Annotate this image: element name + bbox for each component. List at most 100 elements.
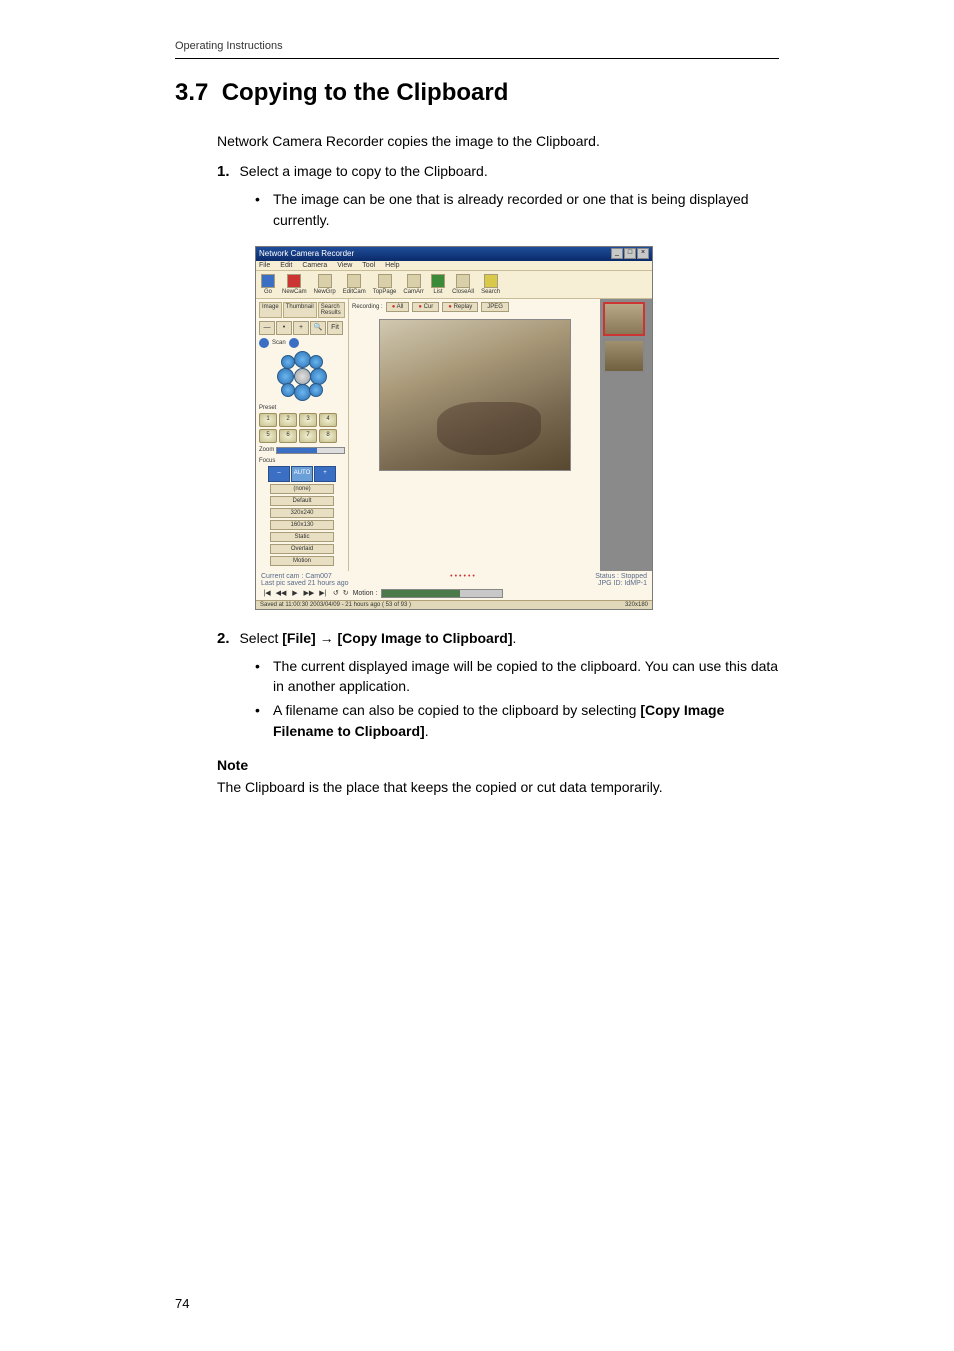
newgrp-icon (318, 274, 332, 288)
tool-camarr-label: CamArr (403, 289, 424, 295)
step-2: 2. Select [File] → [Copy Image to Clipbo… (217, 630, 779, 648)
zoom-in-button[interactable]: + (293, 321, 309, 335)
step-1-bullet-1: The image can be one that is already rec… (255, 189, 779, 230)
static-button[interactable]: Static (270, 532, 334, 542)
step-1-bullets: The image can be one that is already rec… (255, 189, 779, 230)
focus-row: – AUTO + (259, 466, 345, 482)
focus-auto-button[interactable]: AUTO (291, 466, 313, 482)
overlaid-button[interactable]: Overlaid (270, 544, 334, 554)
left-panel: Image Thumbnail Search Results — • + 🔍 F… (256, 299, 349, 571)
rec-replay-button[interactable]: ● Replay (442, 302, 478, 312)
thumbnail-2[interactable] (603, 339, 645, 373)
record-indicator: •••••• (450, 573, 477, 580)
preset-1-button[interactable]: 1 (259, 413, 277, 427)
preset-8-button[interactable]: 8 (319, 429, 337, 443)
tool-newgrp[interactable]: NewGrp (314, 274, 336, 295)
rec-all-button[interactable]: ● All (386, 302, 410, 312)
preset-4-button[interactable]: 4 (319, 413, 337, 427)
step-2-bullet-2-post: . (425, 723, 429, 739)
close-button[interactable]: × (637, 248, 649, 259)
play-last-button[interactable]: ▶| (317, 589, 329, 597)
page-number: 74 (175, 1296, 189, 1311)
menu-edit[interactable]: Edit (280, 262, 292, 269)
preset-5-button[interactable]: 5 (259, 429, 277, 443)
pan-right-button[interactable] (310, 368, 327, 385)
tool-search[interactable]: Search (481, 274, 500, 295)
scan-icon[interactable] (259, 338, 269, 348)
zoom-out-button[interactable]: — (259, 321, 275, 335)
camera-image[interactable] (379, 319, 571, 471)
step-2-bullets: The current displayed image will be copi… (255, 656, 779, 741)
rewind-button[interactable]: ↺ (333, 589, 339, 597)
tool-closeall[interactable]: CloseAll (452, 274, 474, 295)
direction-pad (277, 351, 327, 401)
pan-up-right-button[interactable] (309, 355, 323, 369)
tool-camarr[interactable]: CamArr (403, 274, 424, 295)
tool-toppage[interactable]: TopPage (373, 274, 397, 295)
pan-center-button[interactable] (294, 368, 311, 385)
preset-2-button[interactable]: 2 (279, 413, 297, 427)
rec-jpeg-button[interactable]: JPEG (481, 302, 509, 312)
focus-far-button[interactable]: + (314, 466, 336, 482)
tool-editcam[interactable]: EditCam (343, 274, 366, 295)
preset-6-button[interactable]: 6 (279, 429, 297, 443)
tab-thumbnail[interactable]: Thumbnail (283, 302, 317, 318)
play-first-button[interactable]: |◀ (261, 589, 273, 597)
preset-7-button[interactable]: 7 (299, 429, 317, 443)
step-1: 1. Select a image to copy to the Clipboa… (217, 163, 779, 181)
search-icon (484, 274, 498, 288)
minimize-button[interactable]: _ (611, 248, 623, 259)
motion-button[interactable]: Motion (270, 556, 334, 566)
tool-newcam-label: NewCam (282, 289, 307, 295)
magnify-button[interactable]: 🔍 (310, 321, 326, 335)
pan-down-right-button[interactable] (309, 383, 323, 397)
section-title-text: Copying to the Clipboard (222, 79, 509, 106)
size-320-button[interactable]: 320x240 (270, 508, 334, 518)
thumbnail-1[interactable] (603, 302, 645, 336)
forward-button[interactable]: ↻ (343, 589, 349, 597)
main-area: Image Thumbnail Search Results — • + 🔍 F… (256, 299, 652, 571)
pan-down-left-button[interactable] (281, 383, 295, 397)
maximize-button[interactable]: □ (624, 248, 636, 259)
rec-cur-label: Cur (424, 304, 434, 310)
step-1-text: Select a image to copy to the Clipboard. (239, 163, 487, 179)
play-play-button[interactable]: ▶ (289, 589, 301, 597)
tool-go-label: Go (264, 289, 272, 295)
focus-near-button[interactable]: – (268, 466, 290, 482)
tool-toppage-label: TopPage (373, 289, 397, 295)
fit-button[interactable]: Fit (327, 321, 343, 335)
step-2-dot: . (513, 630, 517, 646)
section-heading: 3.7 Copying to the Clipboard (175, 79, 779, 107)
center-panel: Recording : ● All ● Cur ● Replay JPEG (349, 299, 600, 571)
tool-go[interactable]: Go (261, 274, 275, 295)
size-160-button[interactable]: 160x130 (270, 520, 334, 530)
zoom-reset-button[interactable]: • (276, 321, 292, 335)
default-button[interactable]: Default (270, 496, 334, 506)
tab-image[interactable]: Image (259, 302, 282, 318)
menu-camera[interactable]: Camera (302, 262, 327, 269)
preset-select[interactable]: (none) (270, 484, 334, 494)
preset-3-button[interactable]: 3 (299, 413, 317, 427)
menu-view[interactable]: View (337, 262, 352, 269)
tab-search-results[interactable]: Search Results (318, 302, 345, 318)
play-prev-button[interactable]: ◀◀ (275, 589, 287, 597)
screenshot-figure: Network Camera Recorder _ □ × File Edit … (255, 246, 779, 610)
menu-help[interactable]: Help (385, 262, 399, 269)
progress-bar[interactable] (381, 589, 503, 598)
statusbar-right: 320x180 (625, 602, 648, 608)
toppage-icon (378, 274, 392, 288)
menu-tool[interactable]: Tool (362, 262, 375, 269)
menu-file[interactable]: File (259, 262, 270, 269)
zoom-slider[interactable] (276, 447, 345, 454)
pan-up-left-button[interactable] (281, 355, 295, 369)
status-stopped: Status : Stopped (595, 573, 647, 580)
tool-list[interactable]: List (431, 274, 445, 295)
play-next-button[interactable]: ▶▶ (303, 589, 315, 597)
note-label: Note (217, 757, 779, 773)
rec-cur-button[interactable]: ● Cur (412, 302, 439, 312)
scan-play-icon[interactable] (289, 338, 299, 348)
rec-replay-label: Replay (454, 304, 473, 310)
tool-newcam[interactable]: NewCam (282, 274, 307, 295)
tool-editcam-label: EditCam (343, 289, 366, 295)
tool-search-label: Search (481, 289, 500, 295)
